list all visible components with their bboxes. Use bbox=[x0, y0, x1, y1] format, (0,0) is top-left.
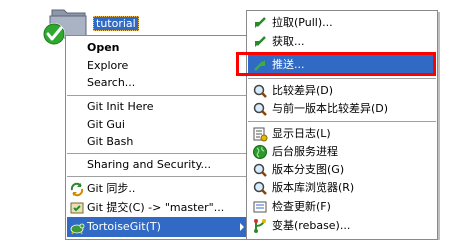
check-updates-icon bbox=[252, 199, 268, 215]
menu-item-label: Git 提交(C) -> "master"... bbox=[87, 201, 225, 214]
submenu-arrow-icon bbox=[240, 223, 244, 231]
menu-item-label: 检查更新(F) bbox=[272, 200, 331, 213]
menu-item-label: 版本库浏览器(R) bbox=[272, 181, 355, 194]
menu-item-tortoisegit[interactable]: TortoiseGit(T) bbox=[67, 217, 250, 237]
submenu-item-diff[interactable]: 比较差异(D) bbox=[248, 81, 436, 101]
repo-browser-icon bbox=[252, 180, 268, 196]
menu-item-label: 比较差异(D) bbox=[272, 84, 334, 97]
menu-item-label: 获取... bbox=[272, 35, 305, 48]
menu-item-label: TortoiseGit(T) bbox=[87, 220, 161, 233]
folder-label[interactable]: tutorial bbox=[93, 16, 139, 31]
sync-icon bbox=[69, 181, 85, 197]
submenu-item-repo-browser[interactable]: 版本库浏览器(R) bbox=[248, 178, 436, 198]
menu-item-label: 显示日志(L) bbox=[272, 127, 331, 140]
submenu-item-push[interactable]: 推送... bbox=[248, 55, 436, 75]
menu-item-open[interactable]: Open bbox=[67, 38, 250, 58]
menu-item-label: 拉取(Pull)... bbox=[272, 16, 333, 29]
commit-icon bbox=[69, 200, 85, 216]
submenu-item-pull[interactable]: 拉取(Pull)... bbox=[248, 13, 436, 33]
menu-item-label: Search... bbox=[87, 76, 136, 89]
menu-item-label: 版本分支图(G) bbox=[272, 163, 345, 176]
menu-item-git-init-here[interactable]: Git Init Here bbox=[67, 97, 250, 117]
menu-separator bbox=[67, 176, 250, 178]
menu-separator bbox=[248, 78, 436, 80]
pull-arrow-icon bbox=[252, 15, 268, 31]
tortoisegit-submenu: 拉取(Pull)... 获取... 推送... 比较差异(D) 与前一版本比较差… bbox=[246, 10, 438, 240]
submenu-item-check-updates[interactable]: 检查更新(F) bbox=[248, 197, 436, 217]
menu-item-label: Git 同步.. bbox=[87, 182, 136, 195]
menu-item-git-sync[interactable]: Git 同步.. bbox=[67, 179, 250, 199]
submenu-item-rebase[interactable]: 变基(rebase)... bbox=[248, 216, 436, 236]
submenu-item-show-log[interactable]: 显示日志(L) bbox=[248, 124, 436, 144]
menu-separator bbox=[248, 121, 436, 123]
context-menu: Open Explore Search... Git Init Here Git… bbox=[65, 35, 252, 240]
fetch-arrow-icon bbox=[252, 34, 268, 50]
submenu-item-diff-previous[interactable]: 与前一版本比较差异(D) bbox=[248, 99, 436, 119]
magnifier-icon bbox=[252, 83, 268, 99]
menu-item-label: 推送... bbox=[272, 58, 305, 71]
magnifier-icon bbox=[252, 101, 268, 117]
menu-item-label: 后台服务进程 bbox=[272, 145, 338, 158]
menu-item-search[interactable]: Search... bbox=[67, 73, 250, 93]
revision-graph-icon bbox=[252, 162, 268, 178]
menu-item-label: Git Bash bbox=[87, 135, 134, 148]
push-arrow-icon bbox=[252, 57, 268, 73]
menu-item-git-bash[interactable]: Git Bash bbox=[67, 132, 250, 152]
tortoisegit-icon bbox=[69, 219, 85, 235]
menu-item-git-commit[interactable]: Git 提交(C) -> "master"... bbox=[67, 198, 250, 218]
menu-item-label: Git Init Here bbox=[87, 100, 154, 113]
submenu-item-daemon[interactable]: 后台服务进程 bbox=[248, 142, 436, 162]
menu-item-label: 与前一版本比较差异(D) bbox=[272, 102, 389, 115]
submenu-item-fetch[interactable]: 获取... bbox=[248, 32, 436, 52]
submenu-item-revision-graph[interactable]: 版本分支图(G) bbox=[248, 160, 436, 180]
menu-item-label: 变基(rebase)... bbox=[272, 219, 351, 232]
menu-item-label: Sharing and Security... bbox=[87, 158, 212, 171]
log-icon bbox=[252, 126, 268, 142]
menu-item-sharing-security[interactable]: Sharing and Security... bbox=[67, 155, 250, 175]
menu-item-label: Open bbox=[87, 41, 120, 54]
rebase-icon bbox=[252, 218, 268, 234]
globe-icon bbox=[252, 144, 268, 160]
